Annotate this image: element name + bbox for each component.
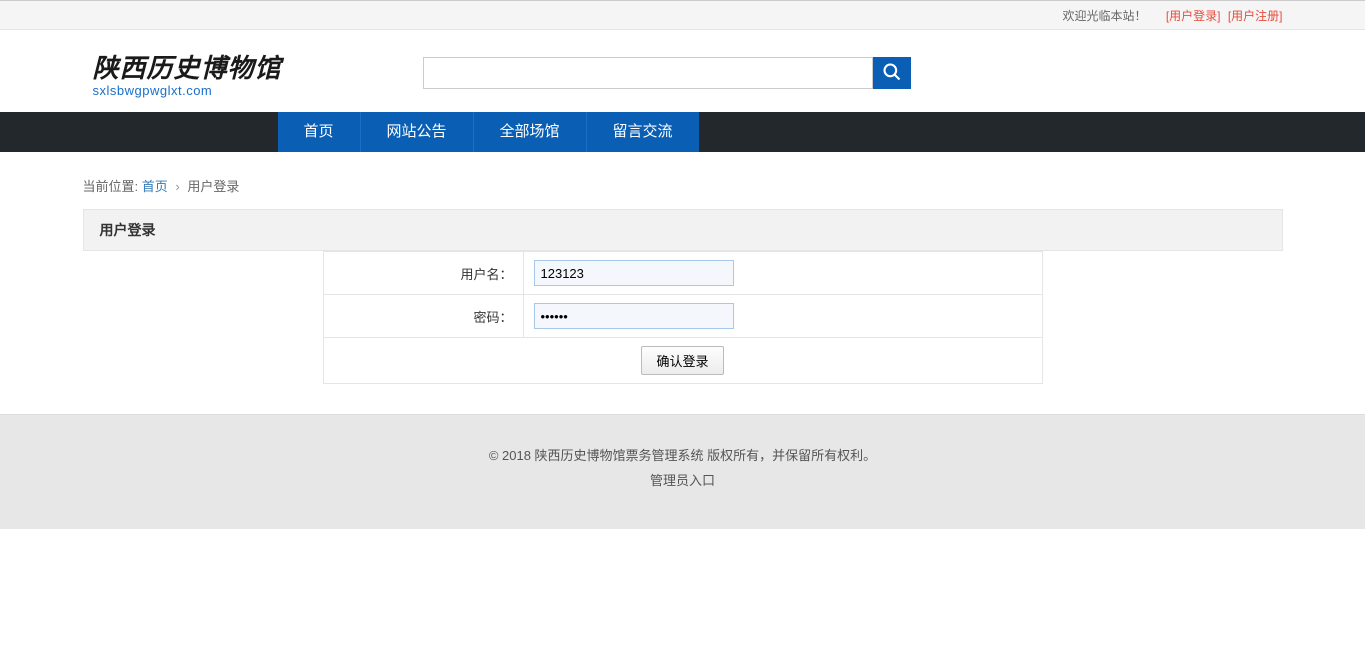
search-icon <box>882 62 902 85</box>
header: 陕西历史博物馆 sxlsbwgpwglxt.com <box>0 30 1365 112</box>
password-label: 密码： <box>323 295 523 338</box>
password-input[interactable] <box>534 303 734 329</box>
search-input[interactable] <box>423 57 873 89</box>
login-form: 用户名： 密码： 确认登录 <box>323 251 1043 384</box>
search-button[interactable] <box>873 57 911 89</box>
breadcrumb: 当前位置: 首页 › 用户登录 <box>83 170 1283 209</box>
user-login-link[interactable]: [用户登录] <box>1166 9 1221 23</box>
username-input[interactable] <box>534 260 734 286</box>
footer-copyright: © 2018 陕西历史博物馆票务管理系统 版权所有，并保留所有权利。 <box>0 445 1365 464</box>
form-row-password: 密码： <box>323 295 1042 338</box>
breadcrumb-home-link[interactable]: 首页 <box>142 179 168 194</box>
breadcrumb-prefix: 当前位置: <box>83 179 139 194</box>
chevron-right-icon: › <box>175 179 179 194</box>
welcome-text: 欢迎光临本站！ <box>1062 9 1146 23</box>
form-row-username: 用户名： <box>323 252 1042 295</box>
username-label: 用户名： <box>323 252 523 295</box>
nav-item-feedback[interactable]: 留言交流 <box>587 112 699 152</box>
nav-item-home[interactable]: 首页 <box>278 112 361 152</box>
main-nav: 首页 网站公告 全部场馆 留言交流 <box>0 112 1365 152</box>
nav-item-announcements[interactable]: 网站公告 <box>361 112 474 152</box>
form-row-submit: 确认登录 <box>323 338 1042 384</box>
breadcrumb-current: 用户登录 <box>187 179 239 194</box>
nav-item-all-venues[interactable]: 全部场馆 <box>474 112 587 152</box>
top-bar: 欢迎光临本站！ [用户登录] [用户注册] <box>0 0 1365 30</box>
search-box <box>423 57 911 89</box>
user-register-link[interactable]: [用户注册] <box>1228 9 1283 23</box>
footer: © 2018 陕西历史博物馆票务管理系统 版权所有，并保留所有权利。 管理员入口 <box>0 414 1365 529</box>
site-logo[interactable]: 陕西历史博物馆 sxlsbwgpwglxt.com <box>83 48 343 98</box>
footer-admin-link[interactable]: 管理员入口 <box>650 470 715 489</box>
panel-title: 用户登录 <box>83 209 1283 251</box>
submit-login-button[interactable]: 确认登录 <box>641 346 723 375</box>
logo-main-text: 陕西历史博物馆 <box>93 48 343 85</box>
logo-sub-text: sxlsbwgpwglxt.com <box>93 83 343 98</box>
content: 当前位置: 首页 › 用户登录 用户登录 用户名： 密码： 确认登录 <box>83 152 1283 414</box>
